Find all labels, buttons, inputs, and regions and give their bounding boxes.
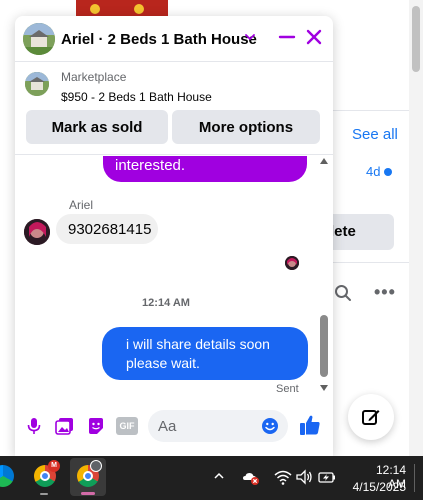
read-receipt-avatar bbox=[285, 256, 299, 270]
message-composer: GIF bbox=[15, 408, 333, 448]
photo-icon[interactable] bbox=[55, 416, 75, 436]
gif-icon[interactable]: GIF bbox=[116, 417, 138, 435]
unread-dot-icon bbox=[384, 168, 392, 176]
active-app-indicator bbox=[81, 492, 95, 495]
see-all-link[interactable]: See all bbox=[352, 126, 398, 143]
thumbs-up-icon[interactable] bbox=[299, 414, 321, 436]
running-indicator bbox=[40, 493, 48, 495]
microphone-icon[interactable] bbox=[24, 416, 44, 436]
compose-icon bbox=[362, 410, 380, 425]
show-hidden-icons-chevron-icon[interactable] bbox=[212, 469, 226, 483]
outgoing-message-bubble[interactable]: i will share details soon please wait. bbox=[102, 327, 308, 380]
battery-charging-icon[interactable] bbox=[318, 468, 336, 486]
chat-header[interactable]: Ariel · 2 Beds 1 Bath House bbox=[15, 16, 333, 62]
mark-as-sold-button[interactable]: Mark as sold bbox=[26, 110, 168, 144]
show-desktop-button[interactable] bbox=[414, 464, 422, 492]
scroll-up-arrow-icon[interactable] bbox=[320, 158, 328, 164]
message-scrollbar-thumb[interactable] bbox=[320, 315, 328, 377]
listing-thumbnail[interactable] bbox=[25, 72, 49, 96]
scroll-down-arrow-icon[interactable] bbox=[320, 385, 328, 391]
clock-date[interactable]: 4/15/2025 bbox=[350, 480, 406, 494]
incoming-message-bubble[interactable]: 9302681415 bbox=[56, 214, 158, 244]
taskbar: M 12:14 AM 4/15/2025 bbox=[0, 456, 423, 500]
sender-name: Ariel bbox=[69, 198, 94, 212]
volume-icon[interactable] bbox=[296, 468, 314, 486]
message-list[interactable]: interested. Ariel 9302681415 12:14 AM i … bbox=[15, 156, 333, 396]
edge-browser-icon[interactable] bbox=[0, 465, 14, 487]
listing-avatar[interactable] bbox=[23, 23, 55, 55]
message-timestamp: 12:14 AM bbox=[142, 297, 190, 309]
emoji-icon[interactable] bbox=[261, 417, 279, 435]
message-status: Sent bbox=[276, 383, 299, 395]
sender-avatar[interactable] bbox=[24, 219, 50, 245]
page-scrollbar[interactable] bbox=[409, 0, 423, 456]
notification-time: 4d bbox=[366, 164, 381, 179]
chrome-profile-badge: M bbox=[48, 460, 60, 472]
more-options-icon[interactable]: ••• bbox=[374, 282, 396, 303]
sticker-icon[interactable] bbox=[86, 416, 106, 436]
chevron-down-icon[interactable] bbox=[243, 30, 257, 44]
search-icon[interactable] bbox=[334, 284, 352, 302]
chat-window: Ariel · 2 Beds 1 Bath House Marketplace … bbox=[15, 16, 333, 456]
outgoing-message-bubble[interactable]: interested. bbox=[103, 156, 307, 182]
listing-title[interactable]: $950 - 2 Beds 1 Bath House bbox=[61, 90, 212, 104]
listing-source: Marketplace bbox=[61, 70, 127, 84]
minimize-icon[interactable] bbox=[278, 28, 296, 46]
more-options-button[interactable]: More options bbox=[172, 110, 320, 144]
wifi-icon[interactable] bbox=[274, 468, 292, 486]
close-icon[interactable] bbox=[305, 28, 323, 46]
onedrive-error-icon[interactable] bbox=[242, 468, 260, 486]
chrome-profile-icon bbox=[90, 460, 102, 472]
new-message-button[interactable] bbox=[348, 394, 394, 440]
marketplace-listing-card: Marketplace $950 - 2 Beds 1 Bath House M… bbox=[15, 63, 333, 155]
divider bbox=[333, 110, 409, 111]
page-scrollbar-thumb[interactable] bbox=[412, 6, 420, 72]
chat-title[interactable]: Ariel · 2 Beds 1 Bath House bbox=[61, 31, 257, 48]
message-scrollbar[interactable] bbox=[317, 156, 331, 396]
divider bbox=[333, 262, 409, 263]
